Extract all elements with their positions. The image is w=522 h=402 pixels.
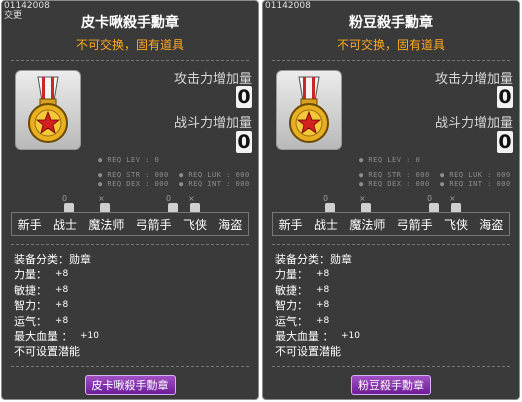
attr-potential: 不可设置潜能: [275, 345, 341, 358]
job-warrior: 战士: [313, 217, 338, 232]
item-icon-frame: [276, 70, 342, 150]
item-id: 01142008: [4, 1, 50, 11]
job-list: 新手 战士 魔法师 弓箭手 飞侠 海盗: [11, 212, 249, 236]
attr-str: 力量： +8: [275, 268, 330, 281]
attr-max-hp: 最大血量 ： +10: [275, 330, 360, 343]
attack-increase-value: 0: [236, 86, 252, 108]
job-beginner: 新手: [278, 217, 303, 232]
item-subtitle: 不可交换，固有道具: [336, 38, 445, 52]
req-str: ● REQ STR : 000: [359, 171, 430, 179]
req-int: ● REQ INT : 000: [440, 180, 511, 188]
combat-increase-value: 0: [497, 131, 513, 153]
item-icon-frame: [15, 70, 81, 150]
item-tooltip: 01142008 交更 皮卡啾殺手勳章 不可交换，固有道具 攻击力增加量 0 战…: [1, 0, 259, 400]
job-flag-icon: 0: [62, 194, 74, 213]
attr-potential: 不可设置潜能: [14, 345, 80, 358]
item-name-tag: 皮卡啾殺手勳章: [2, 374, 258, 395]
medal-icon: [28, 76, 68, 143]
item-title: 皮卡啾殺手勳章: [81, 15, 179, 31]
job-bowman: 弓箭手: [135, 217, 172, 232]
attr-luk: 运气： +8: [275, 315, 330, 328]
req-lev: ● REQ LEV : 0: [359, 156, 421, 164]
req-dex: ● REQ DEX : 000: [98, 180, 169, 188]
combat-increase-value: 0: [236, 131, 252, 153]
req-luk: ● REQ LUK : 000: [179, 171, 250, 179]
req-lev: ● REQ LEV : 0: [98, 156, 160, 164]
job-thief: 飞侠: [443, 217, 468, 232]
attack-increase-value: 0: [497, 86, 513, 108]
item-title: 粉豆殺手勳章: [349, 15, 433, 31]
req-luk: ● REQ LUK : 000: [440, 171, 511, 179]
job-magician: 魔法师: [349, 217, 386, 232]
item-subtitle: 不可交换，固有道具: [75, 38, 184, 52]
job-flag-icon: ×: [188, 194, 200, 213]
divider: [11, 244, 249, 245]
job-pirate: 海盗: [218, 217, 243, 232]
attr-int: 智力： +8: [14, 299, 69, 312]
divider: [272, 366, 510, 367]
attr-luk: 运气： +8: [14, 315, 69, 328]
job-list: 新手 战士 魔法师 弓箭手 飞侠 海盗: [272, 212, 510, 236]
attr-category: 装备分类：勋章: [275, 253, 352, 266]
job-thief: 飞侠: [182, 217, 207, 232]
job-flag-icon: ×: [449, 194, 461, 213]
job-magician: 魔法师: [88, 217, 125, 232]
divider: [272, 244, 510, 245]
attr-dex: 敏捷： +8: [275, 284, 330, 297]
req-dex: ● REQ DEX : 000: [359, 180, 430, 188]
divider: [11, 366, 249, 367]
job-flag-icon: 0: [166, 194, 178, 213]
job-flag-icon: ×: [359, 194, 371, 213]
job-warrior: 战士: [52, 217, 77, 232]
job-flag-icon: 0: [427, 194, 439, 213]
job-flag-icon: ×: [98, 194, 110, 213]
job-beginner: 新手: [17, 217, 42, 232]
combat-increase-label: 战斗力增加量: [173, 116, 252, 131]
item-tooltip: 01142008 粉豆殺手勳章 不可交换，固有道具 攻击力增加量 0 战斗力增加…: [262, 0, 520, 400]
req-str: ● REQ STR : 000: [98, 171, 169, 179]
attack-increase-label: 攻击力增加量: [434, 72, 513, 87]
job-pirate: 海盗: [479, 217, 504, 232]
attr-category: 装备分类：勋章: [14, 253, 91, 266]
attr-dex: 敏捷： +8: [14, 284, 69, 297]
job-flag-icon: 0: [323, 194, 335, 213]
attack-increase-label: 攻击力增加量: [173, 72, 252, 87]
attr-max-hp: 最大血量 ： +10: [14, 330, 99, 343]
combat-increase-label: 战斗力增加量: [434, 116, 513, 131]
item-name-tag: 粉豆殺手勳章: [263, 374, 519, 395]
divider: [11, 60, 249, 61]
divider: [272, 60, 510, 61]
req-int: ● REQ INT : 000: [179, 180, 250, 188]
item-id: 01142008: [265, 1, 311, 11]
job-bowman: 弓箭手: [396, 217, 433, 232]
attr-str: 力量： +8: [14, 268, 69, 281]
attr-int: 智力： +8: [275, 299, 330, 312]
medal-icon: [289, 76, 329, 143]
